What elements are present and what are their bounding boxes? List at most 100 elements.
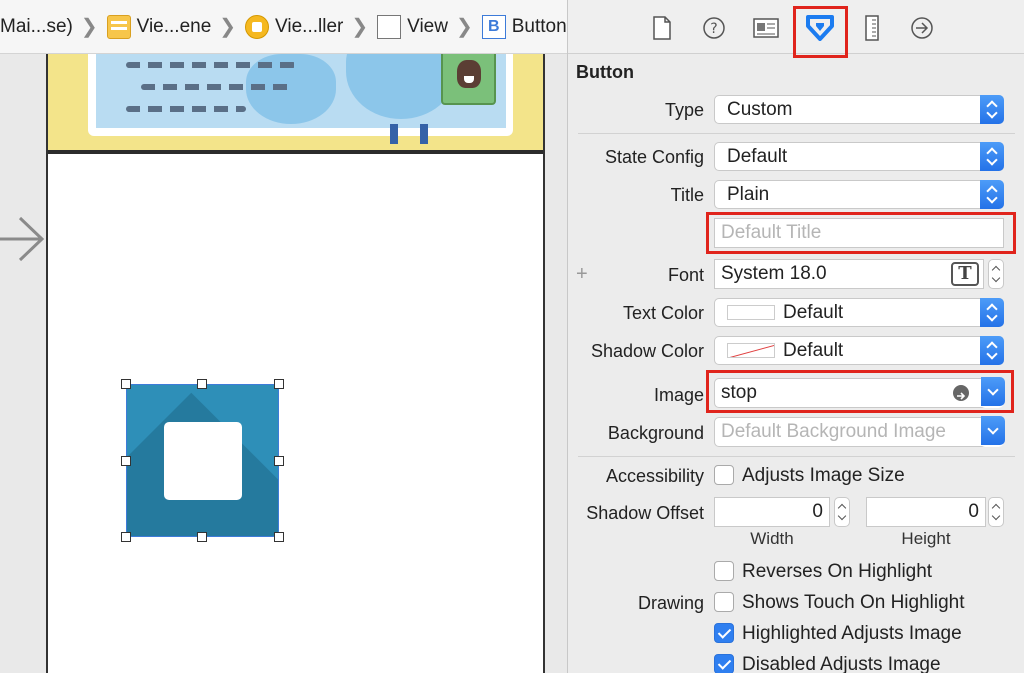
figure-leg [390, 124, 398, 144]
width-caption: Width [750, 529, 794, 548]
type-value: Custom [727, 99, 793, 120]
resize-handle[interactable] [121, 456, 131, 466]
header-image-view[interactable] [48, 54, 543, 154]
type-popup[interactable]: Custom [714, 95, 1004, 124]
background-placeholder: Default Background Image [721, 421, 946, 442]
popup-stepper-icon [980, 95, 1004, 124]
font-picker-icon[interactable]: T [951, 262, 979, 286]
illustration-image [96, 54, 506, 128]
background-dropdown-button[interactable] [980, 416, 1005, 447]
title-placeholder: Default Title [721, 222, 822, 243]
shadow-offset-height-value: 0 [968, 501, 979, 522]
breadcrumb: Mai...se) ❯ Vie...ene ❯ Vie...ller ❯ Vie… [0, 0, 567, 54]
background-combo-box[interactable]: Default Background Image [714, 416, 1005, 447]
type-label: Type [664, 100, 704, 120]
title-text-field[interactable]: Default Title [714, 218, 1004, 248]
clear-color-swatch [727, 343, 775, 358]
selected-stop-button[interactable] [126, 384, 279, 537]
shadow-height-stepper[interactable] [988, 497, 1004, 527]
shadow-width-stepper[interactable] [834, 497, 850, 527]
state-config-label: State Config [604, 147, 704, 167]
storyboard-canvas[interactable]: Mai...se) ❯ Vie...ene ❯ Vie...ller ❯ Vie… [0, 0, 567, 673]
text-color-popup[interactable]: Default [714, 298, 1004, 327]
accessibility-label: Accessibility [605, 466, 704, 486]
title-type-popup[interactable]: Plain [714, 180, 1004, 209]
image-dropdown-button[interactable] [980, 377, 1005, 408]
font-field[interactable]: System 18.0 T [714, 259, 984, 289]
resize-handle[interactable] [274, 532, 284, 542]
attributes-inspector: ? Button Type Custom State Config Defaul… [567, 0, 1024, 673]
font-label: Font [667, 265, 704, 285]
reverses-on-highlight-label: Reverses On Highlight [742, 561, 933, 582]
go-to-asset-icon[interactable] [953, 385, 969, 401]
divider [578, 133, 1015, 134]
disabled-adjusts-image-checkbox[interactable] [714, 654, 734, 673]
breadcrumb-item-scene[interactable]: Vie...ene [106, 0, 212, 54]
highlighted-adjusts-image-checkbox[interactable] [714, 623, 734, 643]
size-inspector-icon[interactable] [858, 14, 886, 42]
reverses-on-highlight-checkbox[interactable] [714, 561, 734, 581]
mascot-image [441, 54, 496, 105]
resize-handle[interactable] [121, 532, 131, 542]
view-controller-icon [245, 14, 270, 39]
image-value: stop [721, 382, 757, 403]
highlighted-adjusts-image-label: Highlighted Adjusts Image [742, 623, 962, 644]
breadcrumb-label: Vie...ller [275, 15, 344, 37]
state-config-popup[interactable]: Default [714, 142, 1004, 171]
shows-touch-on-highlight-checkbox[interactable] [714, 592, 734, 612]
state-config-value: Default [727, 146, 788, 167]
shadow-offset-label: Shadow Offset [586, 503, 704, 523]
image-label: Image [653, 385, 704, 405]
shadow-color-value: Default [783, 340, 844, 361]
identity-inspector-icon[interactable] [752, 14, 780, 42]
view-icon [377, 14, 402, 39]
chevron-down-icon [981, 416, 1005, 445]
breadcrumb-label: View [407, 15, 448, 37]
resize-handle[interactable] [274, 379, 284, 389]
breadcrumb-label: Vie...ene [136, 15, 212, 37]
file-inspector-icon[interactable] [648, 14, 676, 42]
adjusts-image-size-label: Adjusts Image Size [742, 465, 905, 486]
resize-handle[interactable] [197, 532, 207, 542]
attributes-inspector-icon[interactable] [806, 14, 834, 42]
resize-handle[interactable] [197, 379, 207, 389]
font-value: System 18.0 [721, 263, 827, 284]
breadcrumb-item-view[interactable]: View [377, 0, 448, 54]
device-view[interactable] [46, 54, 545, 673]
adjusts-image-size-checkbox[interactable] [714, 465, 734, 485]
title-type-value: Plain [727, 184, 770, 205]
inspector-tab-bar: ? [568, 0, 1024, 58]
chevron-right-icon: ❯ [351, 16, 369, 38]
disabled-adjusts-image-label: Disabled Adjusts Image [742, 654, 941, 673]
shadow-color-popup[interactable]: Default [714, 336, 1004, 365]
image-combo-box[interactable]: stop [714, 377, 1005, 408]
section-title: Button [576, 62, 634, 82]
illustration-frame [88, 54, 513, 136]
popup-stepper-icon [980, 142, 1004, 171]
add-font-variation-icon[interactable]: + [576, 263, 588, 286]
shadow-offset-width-field[interactable]: 0 [714, 497, 830, 527]
initial-view-controller-arrow-icon [0, 216, 45, 262]
breadcrumb-label: Button [511, 15, 567, 37]
svg-text:?: ? [710, 21, 717, 37]
color-swatch [727, 305, 775, 320]
storyboard-scene-icon [106, 14, 131, 39]
popup-stepper-icon [980, 180, 1004, 209]
font-size-stepper[interactable] [988, 259, 1004, 289]
breadcrumb-item-controller[interactable]: Vie...ller [245, 0, 343, 54]
chevron-right-icon: ❯ [80, 16, 98, 38]
stop-icon [164, 422, 242, 500]
connections-inspector-icon[interactable] [908, 14, 936, 42]
chevron-right-icon: ❯ [455, 16, 473, 38]
breadcrumb-label: Mai...se) [0, 15, 73, 37]
divider [578, 456, 1015, 457]
resize-handle[interactable] [121, 379, 131, 389]
quick-help-icon[interactable]: ? [700, 14, 728, 42]
shadow-offset-height-field[interactable]: 0 [866, 497, 986, 527]
breadcrumb-item-main[interactable]: Mai...se) [0, 0, 73, 54]
resize-handle[interactable] [274, 456, 284, 466]
text-color-value: Default [783, 302, 844, 323]
figure-leg [420, 124, 428, 144]
breadcrumb-item-button[interactable]: B Button [481, 0, 567, 54]
button-b-icon: B [481, 14, 506, 39]
